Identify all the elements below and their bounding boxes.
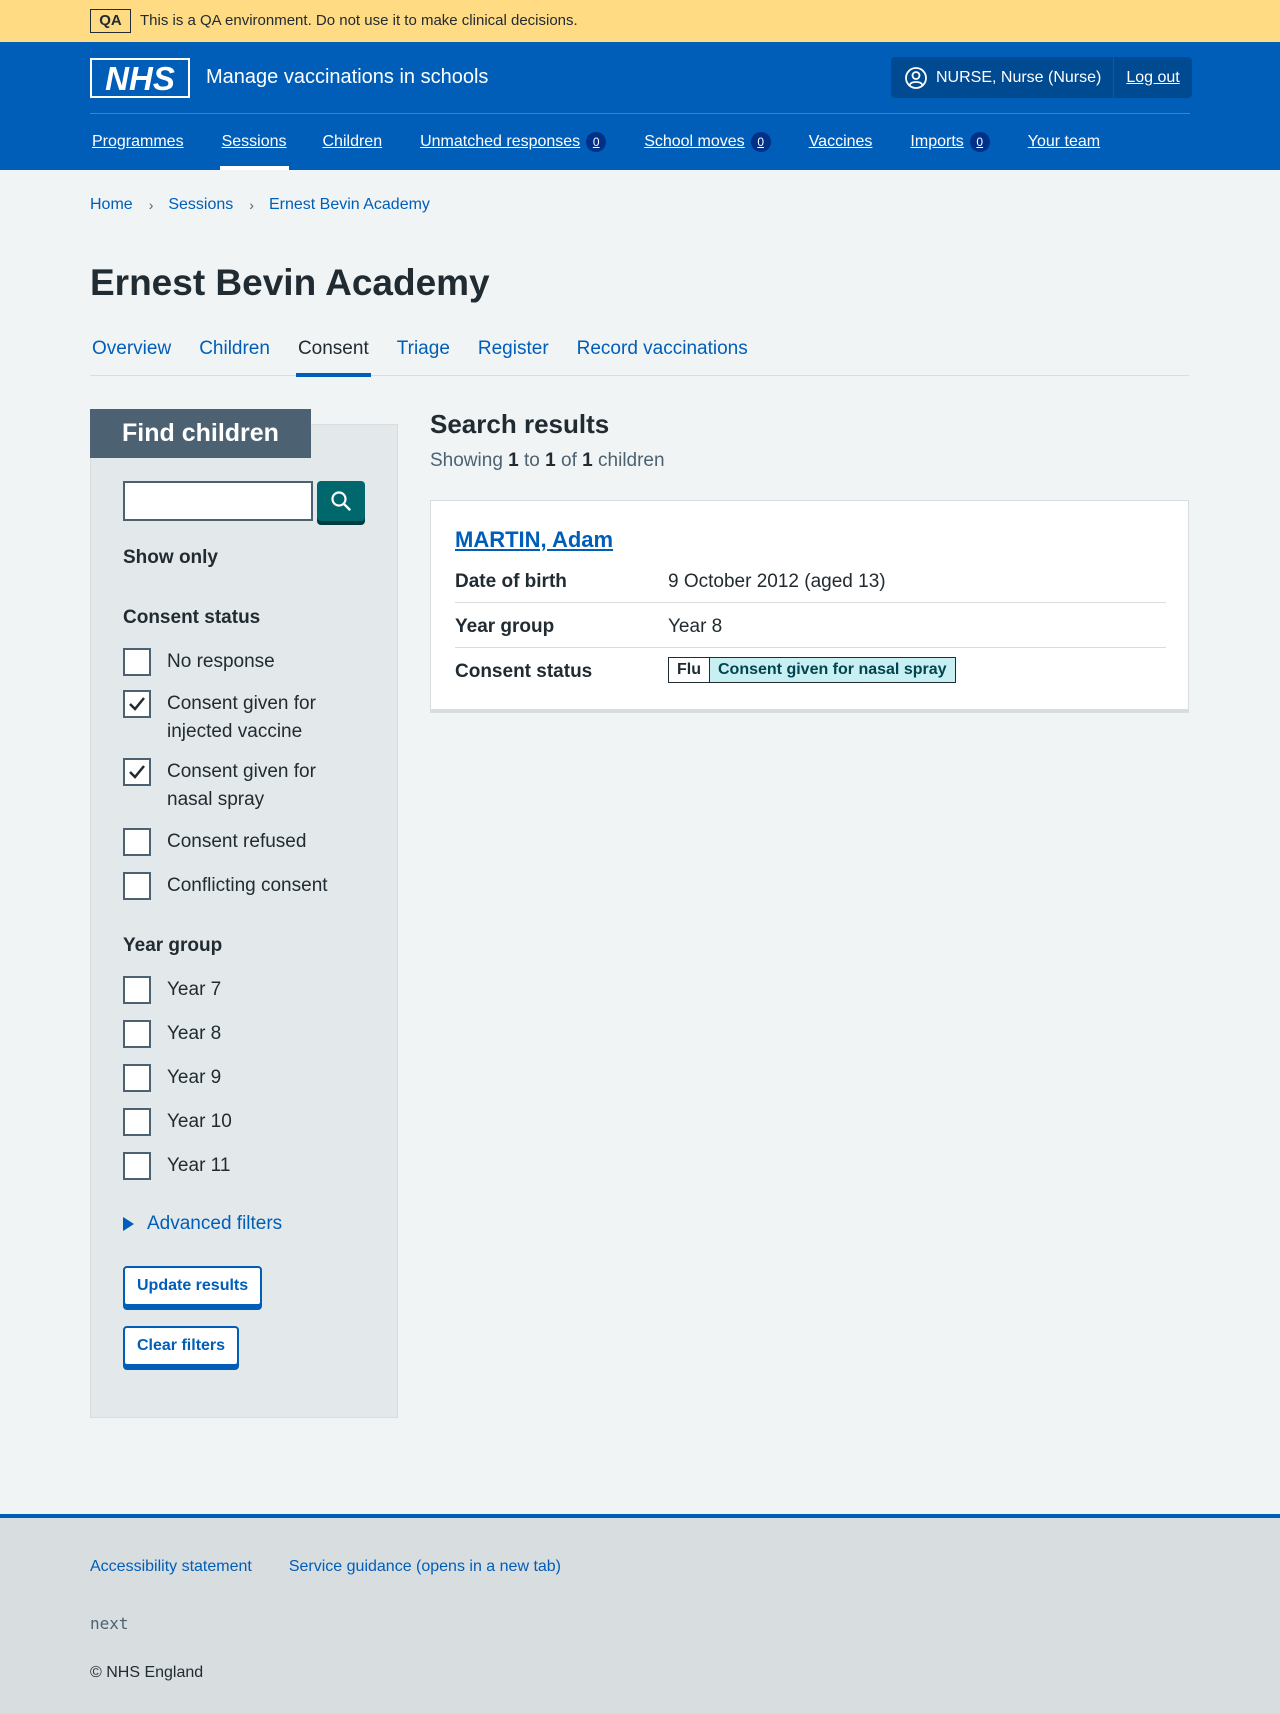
environment-tag: QA: [90, 9, 131, 33]
imports-count: 0: [969, 132, 990, 152]
checkbox-box[interactable]: [123, 690, 151, 718]
app-version: next: [90, 1614, 129, 1633]
checkbox-box[interactable]: [123, 648, 151, 676]
child-name-link[interactable]: MARTIN, Adam: [455, 527, 613, 553]
search-input[interactable]: [123, 481, 313, 521]
account-user-name: NURSE, Nurse (Nurse): [936, 68, 1102, 86]
consent-status-row-label: Consent status: [455, 661, 593, 682]
checkbox-year-9[interactable]: Year 9: [123, 1064, 363, 1092]
child-result-card: MARTIN, Adam Date of birth 9 October 201…: [430, 500, 1189, 713]
nhs-logo-icon: NHS: [90, 58, 190, 98]
year-group-value: Year 8: [668, 616, 723, 637]
checkbox-year-11[interactable]: Year 11: [123, 1152, 363, 1180]
advanced-filters-toggle[interactable]: Advanced filters: [123, 1213, 282, 1235]
checkbox-box[interactable]: [123, 872, 151, 900]
show-only-label: Show only: [123, 547, 218, 568]
checkbox-consent-refused[interactable]: Consent refused: [123, 828, 363, 856]
dob-value: 9 October 2012 (aged 13): [668, 571, 886, 592]
nhs-logo[interactable]: NHS: [90, 58, 190, 98]
tab-children[interactable]: Children: [197, 328, 272, 376]
account-menu: NURSE, Nurse (Nurse) Log out: [891, 57, 1192, 98]
environment-message: This is a QA environment. Do not use it …: [140, 12, 578, 29]
checkbox-conflicting-consent[interactable]: Conflicting consent: [123, 872, 363, 900]
user-icon: [905, 66, 927, 89]
nav-sessions[interactable]: Sessions: [219, 114, 289, 170]
nav-vaccines[interactable]: Vaccines: [807, 114, 875, 170]
site-footer: Accessibility statement Service guidance…: [0, 1514, 1280, 1714]
breadcrumb: Home › Sessions › Ernest Bevin Academy: [90, 196, 430, 214]
session-tabs: Overview Children Consent Triage Registe…: [90, 328, 1189, 377]
checkbox-consent-injected[interactable]: Consent given for injected vaccine: [123, 690, 363, 746]
breadcrumb-current[interactable]: Ernest Bevin Academy: [269, 196, 430, 214]
disclosure-triangle-icon: [123, 1217, 134, 1231]
checkmark-icon: [129, 765, 145, 779]
accessibility-statement-link[interactable]: Accessibility statement: [90, 1558, 252, 1576]
search-results-heading: Search results: [430, 409, 610, 439]
chevron-right-icon: ›: [249, 197, 254, 213]
summary-row-dob: Date of birth 9 October 2012 (aged 13): [455, 558, 1166, 603]
year-group-label: Year group: [123, 935, 223, 956]
site-header: NHS Manage vaccinations in schools NURSE…: [0, 42, 1280, 170]
page-title: Ernest Bevin Academy: [90, 262, 490, 303]
tab-record-vaccinations[interactable]: Record vaccinations: [575, 328, 750, 376]
nav-unmatched-responses[interactable]: Unmatched responses 0: [418, 114, 608, 170]
summary-row-year-group: Year group Year 8: [455, 603, 1166, 648]
nav-your-team[interactable]: Your team: [1026, 114, 1102, 170]
service-guidance-link[interactable]: Service guidance (opens in a new tab): [289, 1558, 561, 1576]
advanced-filters-link[interactable]: Advanced filters: [147, 1213, 282, 1235]
checkbox-box[interactable]: [123, 758, 151, 786]
tab-consent[interactable]: Consent: [295, 328, 371, 377]
environment-banner: QA This is a QA environment. Do not use …: [0, 0, 1280, 42]
checkbox-box[interactable]: [123, 976, 151, 1004]
checkmark-icon: [129, 697, 145, 711]
school-moves-count: 0: [750, 132, 771, 152]
copyright: © NHS England: [90, 1664, 204, 1681]
service-name[interactable]: Manage vaccinations in schools: [206, 66, 488, 89]
year-group-label: Year group: [455, 616, 555, 637]
update-results-button[interactable]: Update results: [123, 1266, 263, 1306]
checkbox-year-10[interactable]: Year 10: [123, 1108, 363, 1136]
breadcrumb-sessions[interactable]: Sessions: [168, 196, 233, 214]
summary-row-consent-status: Consent status Flu Consent given for nas…: [455, 648, 1166, 693]
consent-status-tag: Flu Consent given for nasal spray: [668, 657, 956, 683]
search-icon: [331, 491, 351, 511]
logout-link[interactable]: Log out: [1114, 69, 1191, 87]
tab-triage[interactable]: Triage: [395, 328, 452, 376]
nav-programmes[interactable]: Programmes: [90, 114, 186, 170]
checkbox-year-8[interactable]: Year 8: [123, 1020, 363, 1048]
results-count: Showing 1 to 1 of 1 children: [430, 450, 665, 471]
checkbox-year-7[interactable]: Year 7: [123, 976, 363, 1004]
search-button[interactable]: [317, 481, 365, 521]
checkbox-box[interactable]: [123, 1152, 151, 1180]
unmatched-responses-count: 0: [586, 132, 607, 152]
chevron-right-icon: ›: [148, 197, 154, 213]
footer-links: Accessibility statement Service guidance…: [90, 1558, 598, 1576]
checkbox-box[interactable]: [123, 1108, 151, 1136]
nav-children[interactable]: Children: [321, 114, 385, 170]
filter-panel-heading: Find children: [90, 409, 311, 458]
breadcrumb-home[interactable]: Home: [90, 196, 133, 214]
checkbox-box[interactable]: [123, 1020, 151, 1048]
tab-overview[interactable]: Overview: [90, 328, 173, 376]
checkbox-consent-nasal[interactable]: Consent given for nasal spray: [123, 758, 363, 814]
checkbox-box[interactable]: [123, 1064, 151, 1092]
status-badge: Consent given for nasal spray: [710, 658, 955, 682]
programme-tag: Flu: [669, 658, 710, 682]
primary-navigation: Programmes Sessions Children Unmatched r…: [90, 114, 1102, 170]
clear-filters-button[interactable]: Clear filters: [123, 1326, 240, 1366]
svg-text:NHS: NHS: [105, 60, 175, 97]
account-user: NURSE, Nurse (Nurse): [891, 57, 1115, 98]
checkbox-no-response[interactable]: No response: [123, 648, 363, 676]
checkbox-box[interactable]: [123, 828, 151, 856]
dob-label: Date of birth: [455, 571, 567, 592]
consent-status-label: Consent status: [123, 607, 261, 628]
nav-school-moves[interactable]: School moves 0: [642, 114, 773, 170]
nav-imports[interactable]: Imports 0: [908, 114, 991, 170]
tab-register[interactable]: Register: [476, 328, 551, 376]
